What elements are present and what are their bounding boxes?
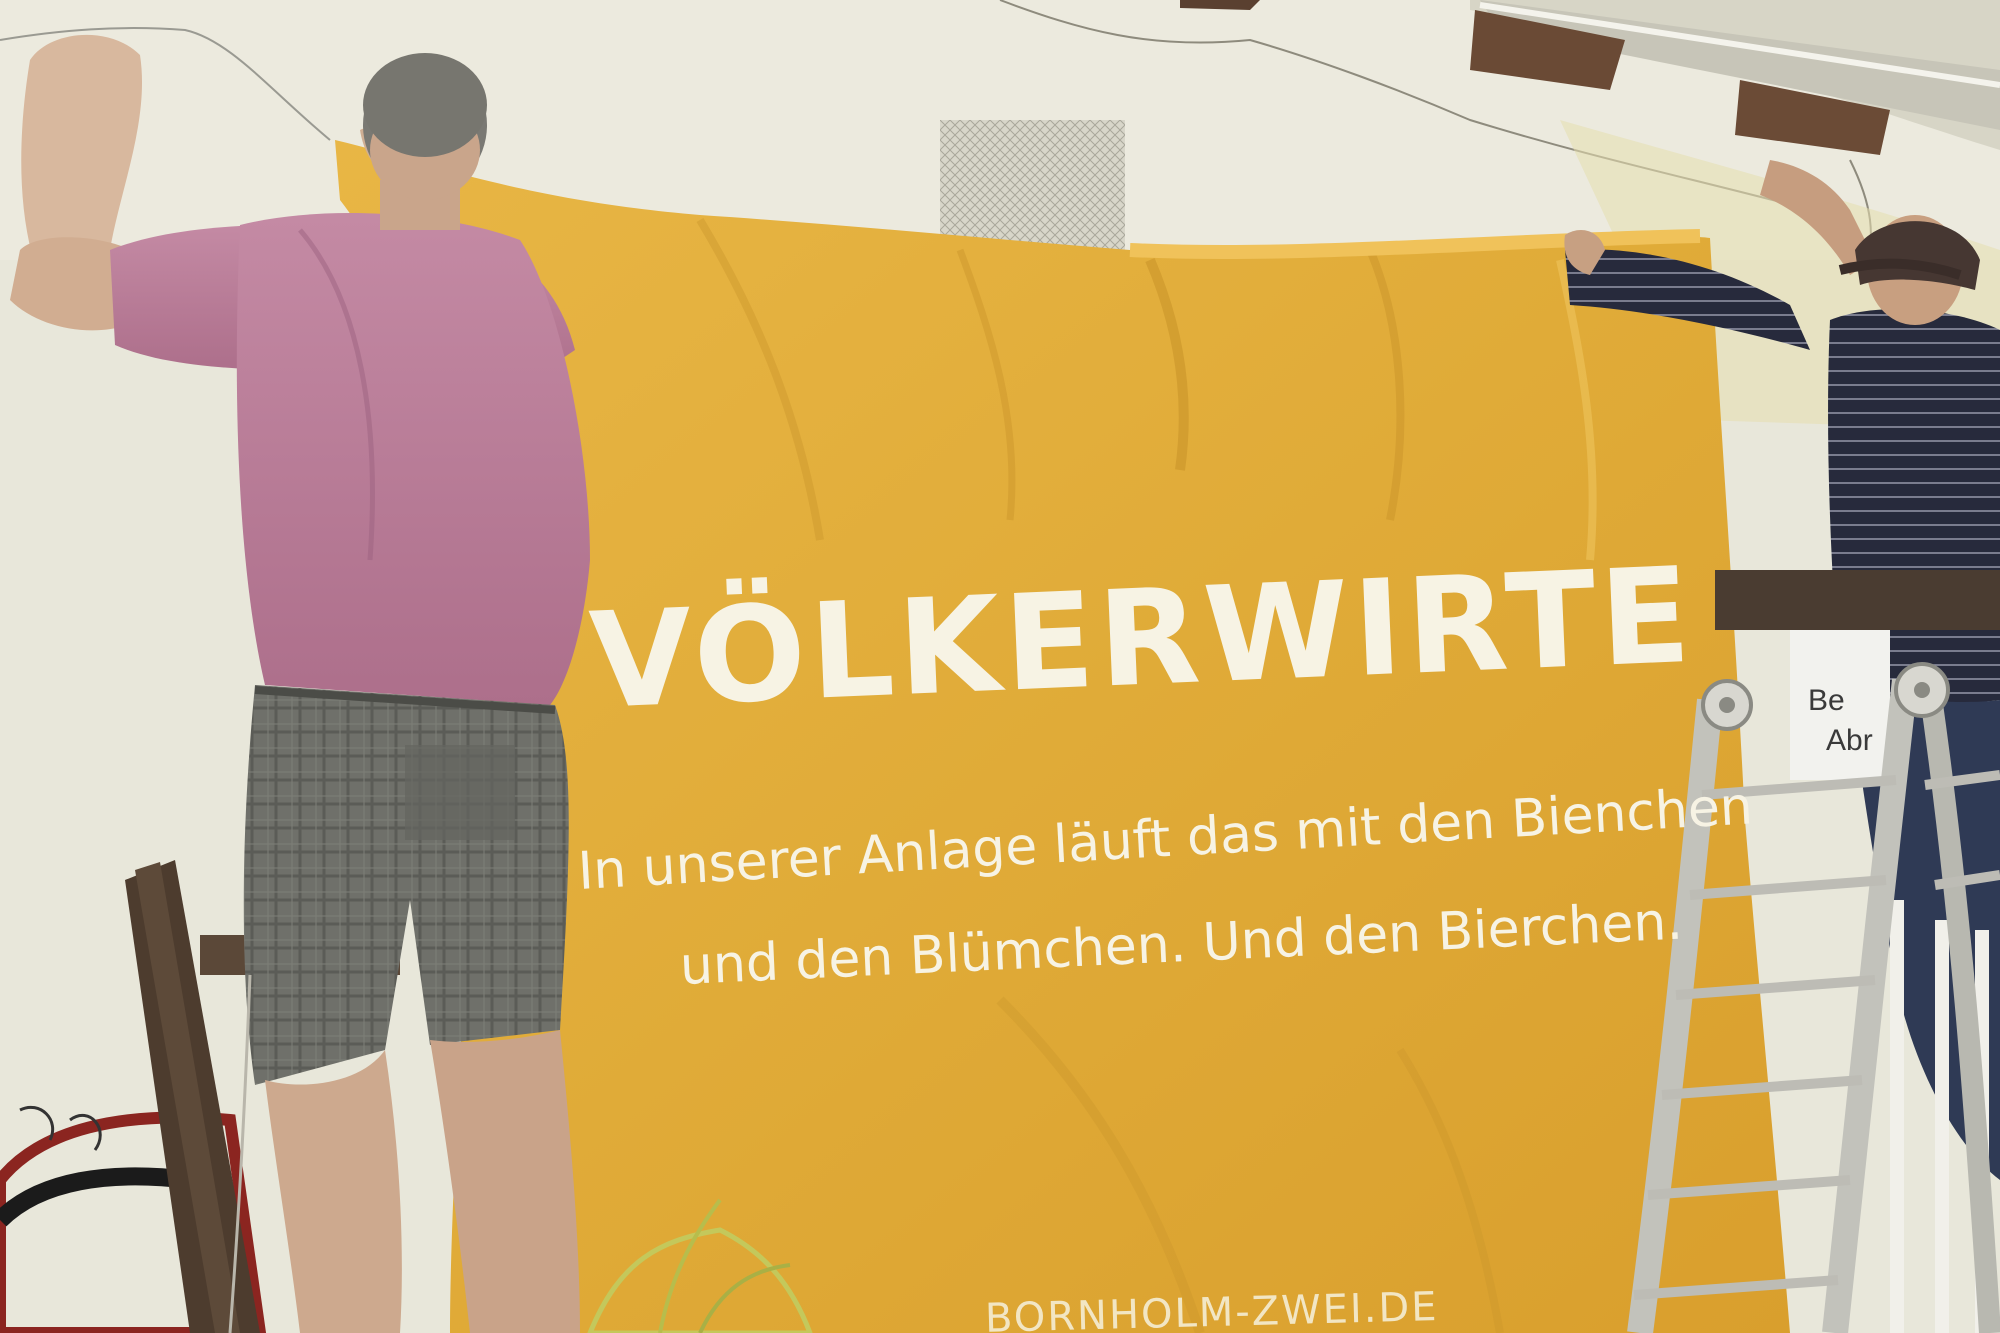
photo-scene: VÖLKERWIRTE In unserer Anlage läuft das … (0, 0, 2000, 1333)
scene-illustration (0, 0, 2000, 1333)
